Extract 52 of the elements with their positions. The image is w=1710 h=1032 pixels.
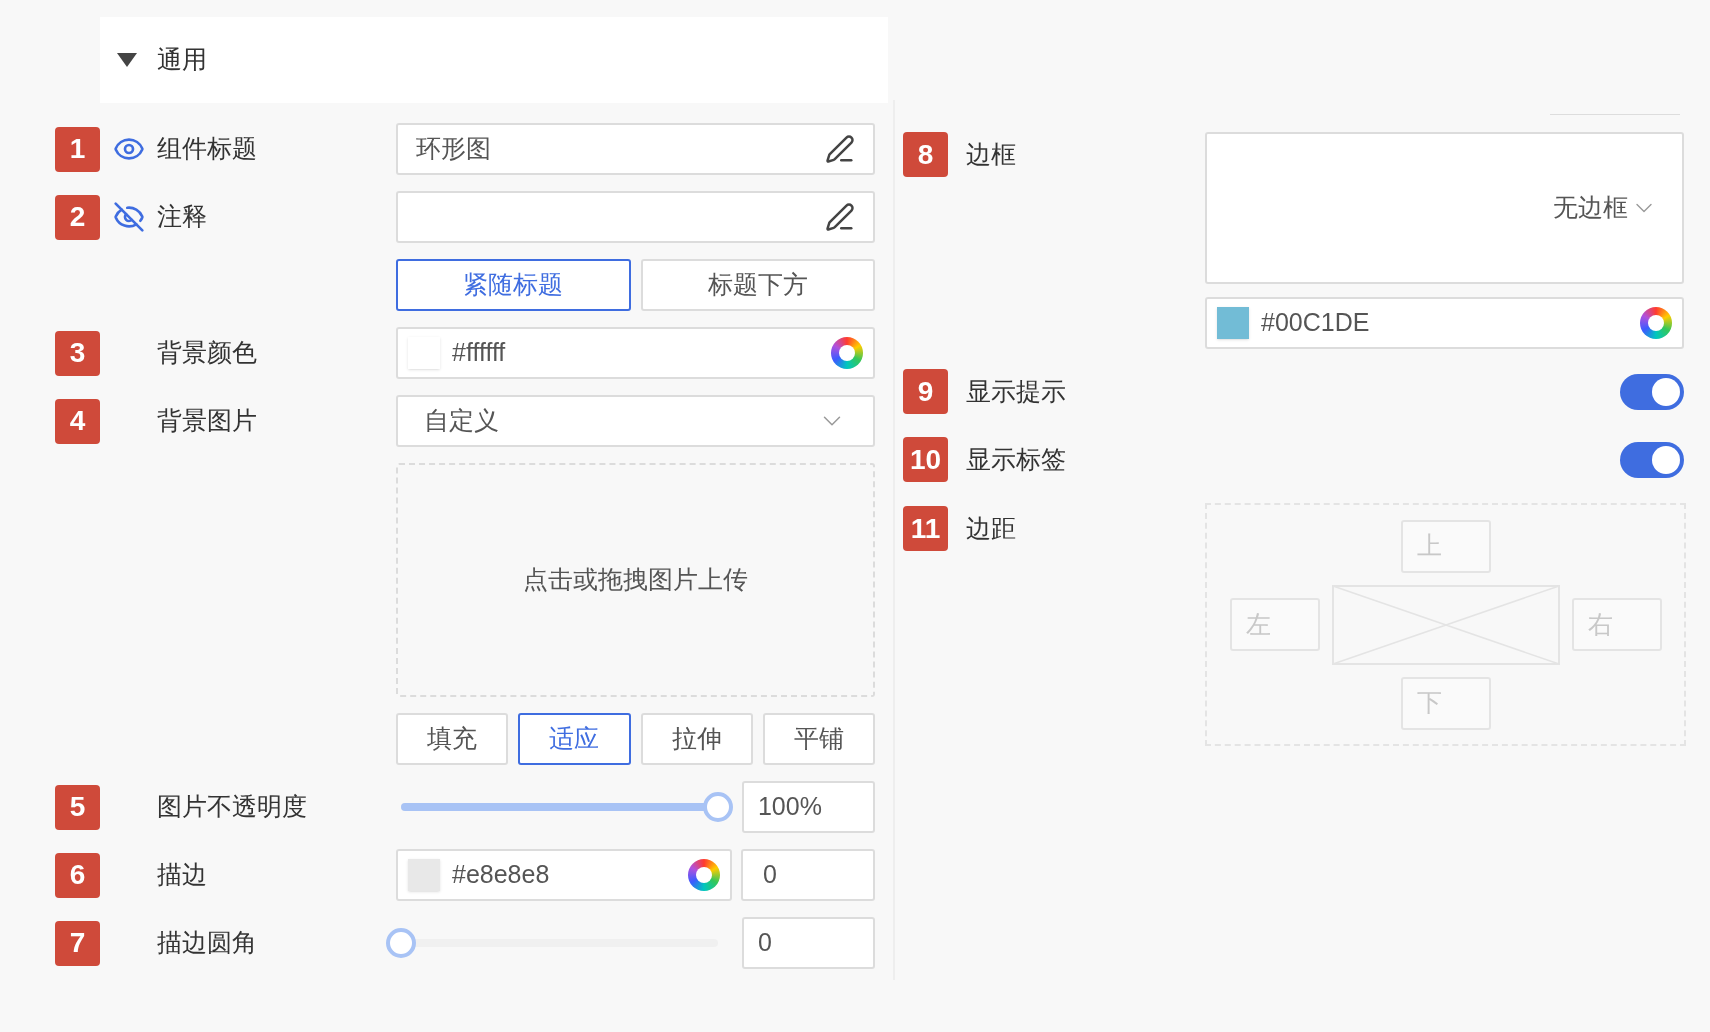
- number-badge: 6: [55, 852, 100, 898]
- field-label: 背景颜色: [157, 337, 257, 369]
- field-label: 描边圆角: [157, 927, 257, 959]
- segment-option[interactable]: 紧随标题: [396, 259, 631, 311]
- section-title: 通用: [157, 44, 207, 76]
- slider-thumb[interactable]: [386, 928, 416, 958]
- edit-icon[interactable]: [825, 134, 855, 164]
- select-dropdown[interactable]: 无边框: [1205, 132, 1684, 284]
- color-field[interactable]: #ffffff: [396, 327, 875, 379]
- edit-icon[interactable]: [825, 202, 855, 232]
- segment-option[interactable]: 拉伸: [640, 713, 753, 765]
- number-badge: 3: [55, 330, 100, 376]
- field-label: 背景图片: [157, 405, 257, 437]
- toggle-switch[interactable]: [1620, 373, 1684, 410]
- field-label: 注释: [157, 201, 207, 233]
- section-header[interactable]: 通用: [100, 17, 888, 103]
- color-wheel-icon[interactable]: [1640, 307, 1672, 339]
- field-label: 描边: [157, 859, 207, 891]
- number-badge: 10: [903, 437, 948, 482]
- field-label: 显示标签: [966, 443, 1066, 475]
- number-badge: 4: [55, 398, 100, 444]
- field-label: 显示提示: [966, 375, 1066, 407]
- number-badge: 1: [55, 126, 100, 172]
- number-badge: 5: [55, 784, 100, 830]
- segment-option[interactable]: 适应: [518, 713, 631, 765]
- field-label: 边距: [966, 513, 1016, 544]
- segment-option[interactable]: 标题下方: [640, 259, 875, 311]
- number-field[interactable]: 0: [741, 917, 875, 969]
- slider-thumb[interactable]: [702, 792, 733, 822]
- upload-area[interactable]: 点击或拖拽图片上传: [396, 463, 875, 697]
- segment-option[interactable]: 填充: [396, 713, 509, 765]
- color-field[interactable]: #00C1DE: [1205, 297, 1684, 349]
- text-field[interactable]: [396, 191, 875, 243]
- number-badge: 8: [903, 132, 948, 177]
- field-label: 边框: [966, 139, 1016, 170]
- text-field[interactable]: 环形图: [396, 123, 875, 175]
- segment-option[interactable]: 平铺: [762, 713, 875, 765]
- color-wheel-icon[interactable]: [831, 337, 863, 369]
- upload-hint: 点击或拖拽图片上传: [523, 564, 748, 596]
- field-label: 图片不透明度: [157, 791, 307, 823]
- number-field[interactable]: 100%: [741, 781, 875, 833]
- number-badge: 11: [903, 506, 948, 551]
- toggle-switch[interactable]: [1620, 441, 1684, 478]
- color-field[interactable]: #e8e8e8: [396, 849, 732, 901]
- number-badge: 2: [55, 194, 100, 240]
- color-wheel-icon[interactable]: [688, 859, 720, 891]
- field-label: 组件标题: [157, 133, 257, 165]
- eye-off-icon[interactable]: [112, 201, 145, 233]
- number-field[interactable]: 0: [741, 849, 875, 901]
- number-badge: 9: [903, 369, 948, 414]
- select-dropdown[interactable]: 自定义: [396, 395, 875, 447]
- number-badge: 7: [55, 920, 100, 966]
